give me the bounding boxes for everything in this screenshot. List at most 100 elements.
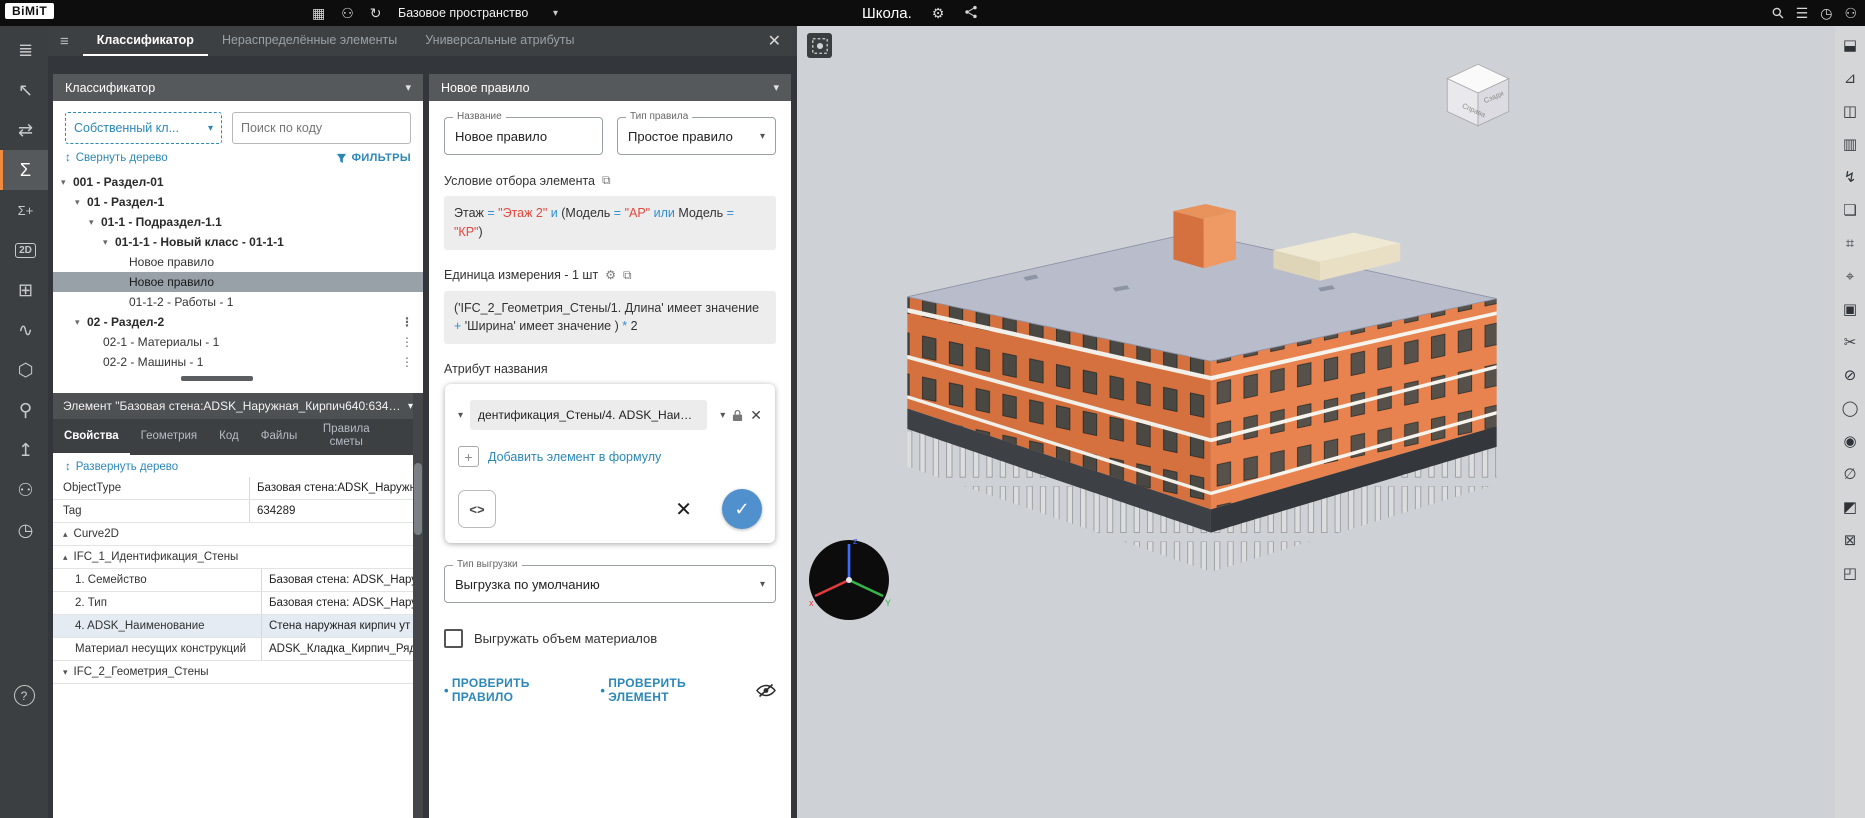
expand-tree-link[interactable]: ↕ Развернуть дерево xyxy=(65,461,411,473)
gear-icon[interactable]: ⚙ xyxy=(932,6,945,20)
user-icon[interactable]: ⚲ xyxy=(0,390,48,430)
caret-down-icon[interactable]: ▾ xyxy=(63,667,68,678)
caret-down-icon[interactable]: ▾ xyxy=(103,237,115,248)
code-view-button[interactable]: <> xyxy=(458,490,496,528)
table-group-row[interactable]: ▾IFC_2_Геометрия_Стены xyxy=(53,661,413,684)
chevron-down-icon[interactable]: ▾ xyxy=(458,410,463,421)
tab-unassigned-elements[interactable]: Нераспределённые элементы xyxy=(208,26,411,56)
eye-off-icon[interactable]: ∅ xyxy=(1837,461,1863,487)
copy-icon[interactable]: ⧉ xyxy=(623,268,632,283)
chevron-down-icon[interactable]: ▾ xyxy=(720,410,725,421)
caret-down-icon[interactable]: ▾ xyxy=(89,217,101,228)
share-icon[interactable] xyxy=(964,5,978,21)
caret-up-icon[interactable]: ▴ xyxy=(63,529,68,540)
tab-properties[interactable]: Свойства xyxy=(53,419,130,455)
structure-tree-icon[interactable]: ≣ xyxy=(0,30,48,70)
filters-link[interactable]: ФИЛЬТРЫ xyxy=(336,152,411,164)
caret-down-icon[interactable]: ▾ xyxy=(75,197,87,208)
classifier-icon[interactable]: Σ xyxy=(0,150,48,190)
search-icon[interactable]: ⚲ xyxy=(1769,4,1787,22)
plugins-icon[interactable]: ⬡ xyxy=(0,350,48,390)
tree-item-rule[interactable]: Новое правило xyxy=(53,252,423,272)
condition-formula[interactable]: Этаж = "Этаж 2" и (Модель = "АР" или Мод… xyxy=(444,196,776,250)
table-row[interactable]: Tag634289 xyxy=(53,500,413,523)
classifier-add-icon[interactable]: Σ+ xyxy=(0,190,48,230)
tab-classifier[interactable]: Классификатор xyxy=(83,26,208,56)
grid-icon[interactable]: ⌗ xyxy=(1837,230,1863,256)
table-row[interactable]: 1. СемействоБазовая стена: ADSK_Наружная… xyxy=(53,569,413,592)
dashboard-icon[interactable]: ◷ xyxy=(0,510,48,550)
paint-roller-icon[interactable]: ⬓ xyxy=(1837,32,1863,58)
tree-item[interactable]: 01-1-2 - Работы - 1 xyxy=(53,292,423,312)
collaboration-icon[interactable]: ⚇ xyxy=(0,470,48,510)
eye-off-icon[interactable] xyxy=(756,683,776,698)
tree-item[interactable]: ▾02 - Раздел-2⋮ xyxy=(53,312,423,332)
lock-icon[interactable] xyxy=(732,409,743,422)
check-element-button[interactable]: • ПРОВЕРИТЬ ЭЛЕМЕНТ xyxy=(600,676,736,704)
tab-estimate-rules[interactable]: Правила сметы xyxy=(308,419,384,455)
check-rule-button[interactable]: • ПРОВЕРИТЬ ПРАВИЛО xyxy=(444,676,580,704)
cancel-button[interactable]: ✕ xyxy=(675,497,692,522)
history-icon[interactable]: ◷ xyxy=(1820,6,1832,20)
vertical-scrollbar[interactable] xyxy=(413,393,423,818)
table-row[interactable]: Материал несущих конструкцийADSK_Кладка_… xyxy=(53,638,413,661)
relations-icon[interactable]: ⇄ xyxy=(0,110,48,150)
drawings-2d-icon[interactable]: 2D xyxy=(0,230,48,270)
plus-icon[interactable]: + xyxy=(458,446,479,467)
circle-tool-icon[interactable]: ◯ xyxy=(1837,395,1863,421)
menu-icon[interactable]: ☰ xyxy=(1796,6,1809,20)
tab-code[interactable]: Код xyxy=(208,419,250,455)
unit-formula[interactable]: ('IFC_2_Геометрия_Стены/1. Длина' имеет … xyxy=(444,291,776,345)
kebab-menu-icon[interactable]: ⋮ xyxy=(401,335,413,349)
tree-item[interactable]: 02-2 - Машины - 1⋮ xyxy=(53,352,423,372)
account-icon[interactable]: ⚇ xyxy=(1844,6,1857,20)
team-icon[interactable]: ⚇ xyxy=(341,6,354,20)
export-icon[interactable]: ↥ xyxy=(0,430,48,470)
kebab-menu-icon[interactable]: ⋮ xyxy=(401,355,413,369)
table-row-highlighted[interactable]: 4. ADSK_НаименованиеСтена наружная кирпи… xyxy=(53,615,413,638)
tab-universal-attributes[interactable]: Универсальные атрибуты xyxy=(411,26,588,56)
table-group-row[interactable]: ▴IFC_1_Идентификация_Стены xyxy=(53,546,413,569)
table-row[interactable]: ObjectTypeБазовая стена:ADSK_Наружная_..… xyxy=(53,477,413,500)
axis-gizmo[interactable]: x Y z xyxy=(801,532,897,628)
tree-item[interactable]: 02-1 - Материалы - 1⋮ xyxy=(53,332,423,352)
table-group-row[interactable]: ▴Curve2D xyxy=(53,523,413,546)
chevron-down-icon[interactable]: ▾ xyxy=(773,81,779,94)
tree-item[interactable]: ▾01 - Раздел-1 xyxy=(53,192,423,212)
element-header[interactable]: Элемент "Базовая стена:ADSK_Наружная_Кир… xyxy=(53,393,423,419)
storage-icon[interactable]: ▦ xyxy=(312,6,325,20)
viewport-3d[interactable]: Справа Сзади x Y z xyxy=(797,26,1835,818)
shade-box-icon[interactable]: ◩ xyxy=(1837,494,1863,520)
view-cube[interactable]: Справа Сзади xyxy=(1437,52,1519,134)
building-model[interactable] xyxy=(862,154,1542,654)
viewpoint-icon[interactable]: ◫ xyxy=(1837,98,1863,124)
bounds-icon[interactable]: ▣ xyxy=(1837,296,1863,322)
horizontal-scrollbar-thumb[interactable] xyxy=(181,376,253,381)
flash-icon[interactable]: ↯ xyxy=(1837,164,1863,190)
workspace-selector[interactable]: Базовое пространство ▾ xyxy=(398,0,558,26)
kebab-menu-icon[interactable]: ⋮ xyxy=(401,315,413,329)
code-search-input[interactable] xyxy=(232,112,411,144)
rule-section-header[interactable]: Новое правило ▾ xyxy=(429,74,791,101)
measure-icon[interactable]: ⊿ xyxy=(1837,65,1863,91)
collapse-tree-link[interactable]: ↕ Свернуть дерево xyxy=(65,152,168,164)
eye-icon[interactable]: ◉ xyxy=(1837,428,1863,454)
clip-cube-icon[interactable]: ◰ xyxy=(1837,560,1863,586)
cut-icon[interactable]: ✂ xyxy=(1837,329,1863,355)
hierarchy-icon[interactable]: ⊞ xyxy=(0,270,48,310)
classifier-section-header[interactable]: Классификатор ▾ xyxy=(53,74,423,101)
table-row[interactable]: 2. ТипБазовая стена: ADSK_Наружная... xyxy=(53,592,413,615)
caret-up-icon[interactable]: ▴ xyxy=(63,552,68,563)
tree-item[interactable]: ▾01-1-1 - Новый класс - 01-1-1 xyxy=(53,232,423,252)
gear-icon[interactable]: ⚙ xyxy=(605,268,616,282)
section-box-icon[interactable]: ❏ xyxy=(1837,197,1863,223)
confirm-button[interactable]: ✓ xyxy=(722,489,762,529)
caret-down-icon[interactable]: ▾ xyxy=(75,317,87,328)
classifier-type-dropdown[interactable]: Собственный кл... ▾ xyxy=(65,112,222,144)
no-entry-icon[interactable]: ⊘ xyxy=(1837,362,1863,388)
tab-geometry[interactable]: Геометрия xyxy=(130,419,208,455)
close-icon[interactable]: ✕ xyxy=(768,31,781,51)
focus-icon[interactable]: ⌖ xyxy=(1837,263,1863,289)
rule-name-input[interactable] xyxy=(455,129,631,144)
tab-files[interactable]: Файлы xyxy=(250,419,309,455)
